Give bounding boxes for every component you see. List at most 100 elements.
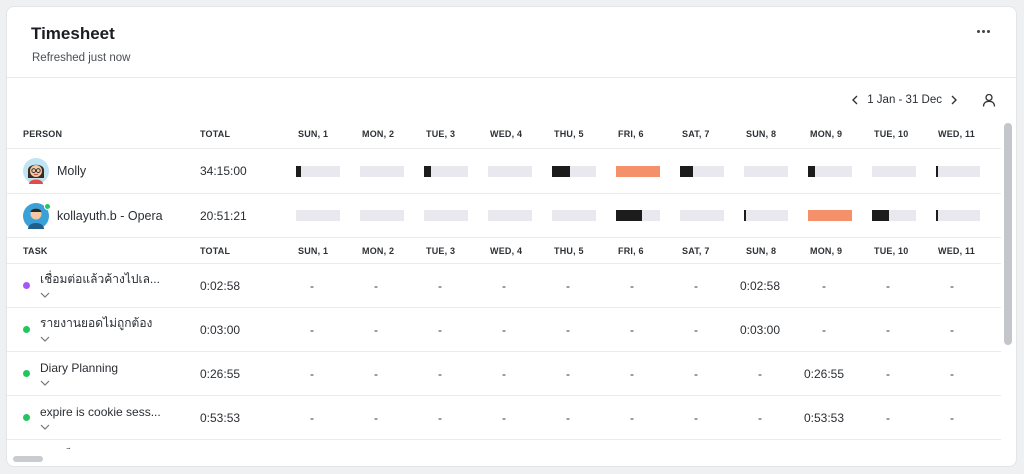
day-value: - xyxy=(950,322,954,337)
day-bar-cell xyxy=(552,149,596,193)
day-value-cell xyxy=(920,440,984,449)
day-value: - xyxy=(886,278,890,293)
day-value: 0:02:58 xyxy=(739,278,781,293)
day-value: - xyxy=(950,278,954,293)
hours-bar xyxy=(808,210,852,221)
page-title: Timesheet xyxy=(31,24,115,43)
day-bar-cell xyxy=(488,149,532,193)
day-value-cell: - xyxy=(472,308,536,351)
day-column-header: TUE, 10 xyxy=(874,245,909,256)
chevron-down-icon[interactable] xyxy=(40,336,50,342)
task-cell[interactable]: Diary Planning xyxy=(7,352,118,395)
day-value: - xyxy=(694,366,698,381)
day-value: - xyxy=(886,322,890,337)
day-value-cell: - xyxy=(856,396,920,439)
day-column-header: SUN, 8 xyxy=(746,245,777,256)
hours-bar xyxy=(424,210,468,221)
day-value-cell: 0:03:00 xyxy=(728,308,792,351)
person-column-header: PERSON xyxy=(23,128,63,139)
day-column-header: SAT, 7 xyxy=(682,245,710,256)
day-column-header: SAT, 7 xyxy=(682,128,710,139)
day-value-cell: - xyxy=(600,396,664,439)
day-value-cell: - xyxy=(280,264,344,307)
tasks-header-row: TASK TOTAL SUN, 1 MON, 2 TUE, 3 WED, 4 THU, 5 F… xyxy=(7,238,1001,264)
total-column-header: TOTAL xyxy=(200,245,231,256)
day-value: - xyxy=(886,410,890,425)
day-value-cell: - xyxy=(920,308,984,351)
task-name: expire is cookie sess... xyxy=(40,404,161,419)
task-status-icon xyxy=(23,370,30,377)
hours-bar xyxy=(680,210,724,221)
person-cell[interactable]: Molly xyxy=(23,149,86,193)
prev-period-button[interactable] xyxy=(847,91,863,109)
person-cell[interactable]: kollayuth.b - Opera xyxy=(23,194,163,237)
task-cell[interactable]: expire is cookie sess... xyxy=(7,396,161,439)
day-value-cell: - xyxy=(280,352,344,395)
day-value: - xyxy=(502,366,506,381)
day-column-header: SUN, 8 xyxy=(746,128,777,139)
day-value: - xyxy=(822,278,826,293)
day-value-cell: - xyxy=(856,352,920,395)
chevron-down-icon[interactable] xyxy=(40,380,50,386)
hours-bar-fill xyxy=(936,165,938,177)
day-value-cell: 0:26:55 xyxy=(792,352,856,395)
day-value-cell: - xyxy=(792,308,856,351)
chevron-left-icon xyxy=(852,95,858,105)
day-value-cell: - xyxy=(472,352,536,395)
hours-bar xyxy=(360,165,404,177)
day-value: 0:03:00 xyxy=(739,322,781,337)
day-value-cell: - xyxy=(408,352,472,395)
task-cell[interactable]: ย้ายเว็บจาก Digital o... xyxy=(7,440,157,449)
people-header-row: PERSON TOTAL SUN, 1 MON, 2 TUE, 3 WED, 4 THU, … xyxy=(7,119,1001,149)
day-value: - xyxy=(566,366,570,381)
chevron-down-icon[interactable] xyxy=(40,424,50,430)
day-value-cell: - xyxy=(408,264,472,307)
more-horizontal-icon xyxy=(976,29,980,33)
day-value-cell: - xyxy=(920,396,984,439)
day-bar-cell xyxy=(808,149,852,193)
day-column-header: MON, 9 xyxy=(810,245,843,256)
person-name: kollayuth.b - Opera xyxy=(57,208,163,223)
timesheet-card: Timesheet Refreshed just now 1 Jan - 31 … xyxy=(6,6,1017,467)
task-total: 0:02:58 xyxy=(200,278,241,293)
date-range-label[interactable]: 1 Jan - 31 Dec xyxy=(863,94,946,106)
day-value-cell: - xyxy=(664,264,728,307)
timesheet-grid: PERSON TOTAL SUN, 1 MON, 2 TUE, 3 WED, 4 THU, … xyxy=(7,119,1001,449)
task-cell[interactable]: รายงานยอดไม่ถูกต้อง xyxy=(7,308,152,351)
day-value: - xyxy=(630,410,634,425)
day-value-cell: - xyxy=(856,308,920,351)
day-column-header: SUN, 1 xyxy=(298,128,329,139)
hours-bar-fill xyxy=(616,165,660,177)
user-filter-button[interactable] xyxy=(980,91,998,109)
day-value-cell xyxy=(856,440,920,449)
task-total: 0:53:53 xyxy=(200,410,241,425)
horizontal-scrollbar[interactable] xyxy=(13,456,43,462)
day-column-header: WED, 11 xyxy=(938,245,975,256)
day-bar-cell xyxy=(936,194,980,237)
task-column-header: TASK xyxy=(23,245,48,256)
hours-bar xyxy=(616,165,660,177)
day-value: - xyxy=(694,410,698,425)
day-bar-cell xyxy=(744,149,788,193)
person-row: Molly 34:15:00 xyxy=(7,149,1001,194)
chevron-down-icon[interactable] xyxy=(40,292,50,298)
task-status-icon xyxy=(23,414,30,421)
day-value-cell: - xyxy=(600,352,664,395)
task-row: ย้ายเว็บจาก Digital o... xyxy=(7,440,1001,449)
task-cell[interactable]: เชื่อมต่อแล้วค้างไปเล... xyxy=(7,264,160,307)
hours-bar-fill xyxy=(680,165,693,177)
day-column-header: MON, 2 xyxy=(362,245,395,256)
task-row: เชื่อมต่อแล้วค้างไปเล... 0:02:58 - - - - - - - 0:… xyxy=(7,264,1001,308)
vertical-scrollbar[interactable] xyxy=(1004,123,1012,345)
day-column-header: WED, 11 xyxy=(938,128,975,139)
next-period-button[interactable] xyxy=(946,91,962,109)
day-bar-cell xyxy=(424,149,468,193)
more-options-button[interactable] xyxy=(972,23,994,39)
header-divider xyxy=(7,77,1016,78)
day-value-cell xyxy=(664,440,728,449)
hours-bar xyxy=(488,210,532,221)
day-value-cell: 0:53:53 xyxy=(792,396,856,439)
day-value: - xyxy=(630,366,634,381)
chevron-right-icon xyxy=(951,95,957,105)
task-row: expire is cookie sess... 0:53:53 - - - - - - - - 0… xyxy=(7,396,1001,440)
